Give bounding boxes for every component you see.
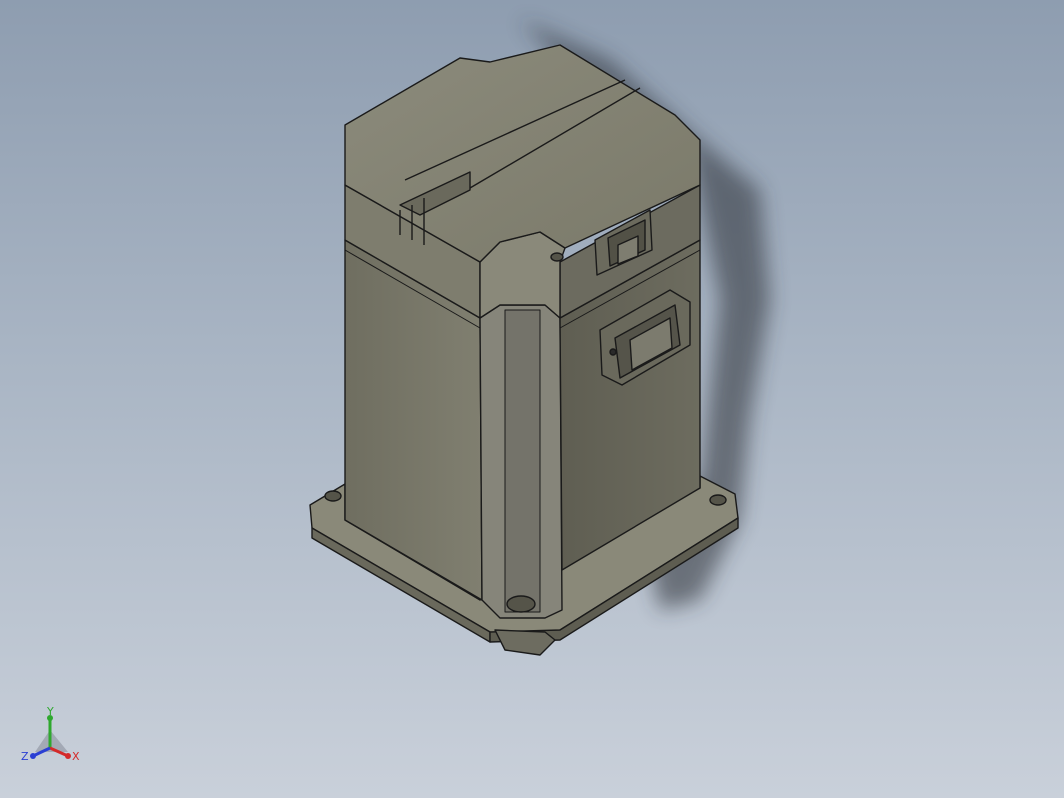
mount-hole-top [550, 252, 564, 262]
shaft-stub [494, 629, 556, 656]
mount-hole-front [506, 595, 536, 613]
triad-x-label: X [72, 750, 80, 763]
triad-y-label: Y [46, 705, 54, 718]
mount-hole-right [709, 494, 727, 506]
orientation-triad[interactable]: Y X Z [21, 705, 80, 763]
cad-graphics-viewport[interactable]: Y X Z [0, 0, 1064, 798]
triad-z-label: Z [21, 750, 29, 763]
mount-hole-left [324, 490, 342, 502]
cad-scene[interactable]: Y X Z [0, 0, 1064, 798]
servo-motor-model[interactable] [309, 44, 739, 656]
